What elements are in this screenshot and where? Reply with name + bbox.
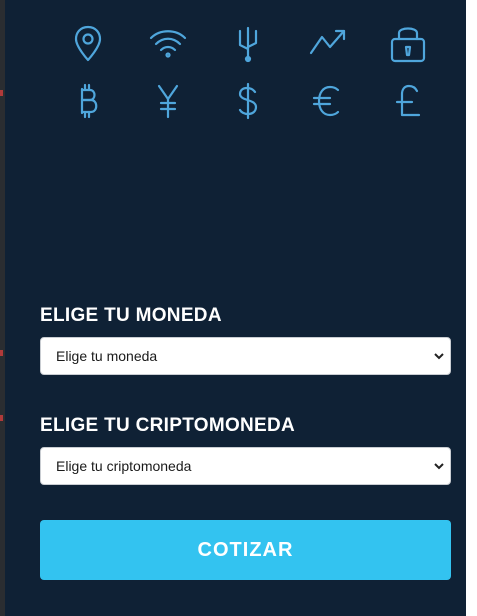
dollar-icon [225, 78, 271, 124]
usb-icon [225, 20, 271, 66]
chevron-down-icon [434, 462, 444, 470]
crypto-label: ELIGE TU CRIPTOMONEDA [40, 415, 296, 436]
crypto-select-value: Elige tu criptomoneda [56, 458, 192, 474]
chevron-down-icon [434, 352, 444, 360]
crypto-quote-panel: ELIGE TU MONEDA Elige tu moneda ELIGE TU… [5, 0, 466, 616]
euro-icon [305, 78, 351, 124]
bitcoin-icon [65, 78, 111, 124]
crypto-select[interactable]: Elige tu criptomoneda [40, 447, 451, 485]
wifi-icon [145, 20, 191, 66]
cotizar-button[interactable]: COTIZAR [40, 520, 451, 580]
edge-mark [0, 350, 3, 356]
currency-label: ELIGE TU MONEDA [40, 305, 222, 326]
edge-mark [0, 90, 3, 96]
app-viewport: ELIGE TU MONEDA Elige tu moneda ELIGE TU… [0, 0, 477, 616]
pound-icon [385, 78, 431, 124]
currency-select[interactable]: Elige tu moneda [40, 337, 451, 375]
edge-mark [0, 415, 3, 421]
trend-up-icon [305, 20, 351, 66]
yen-icon [145, 78, 191, 124]
location-pin-icon [65, 20, 111, 66]
currency-select-value: Elige tu moneda [56, 348, 158, 364]
padlock-icon [385, 20, 431, 66]
icon-grid [5, 0, 466, 140]
